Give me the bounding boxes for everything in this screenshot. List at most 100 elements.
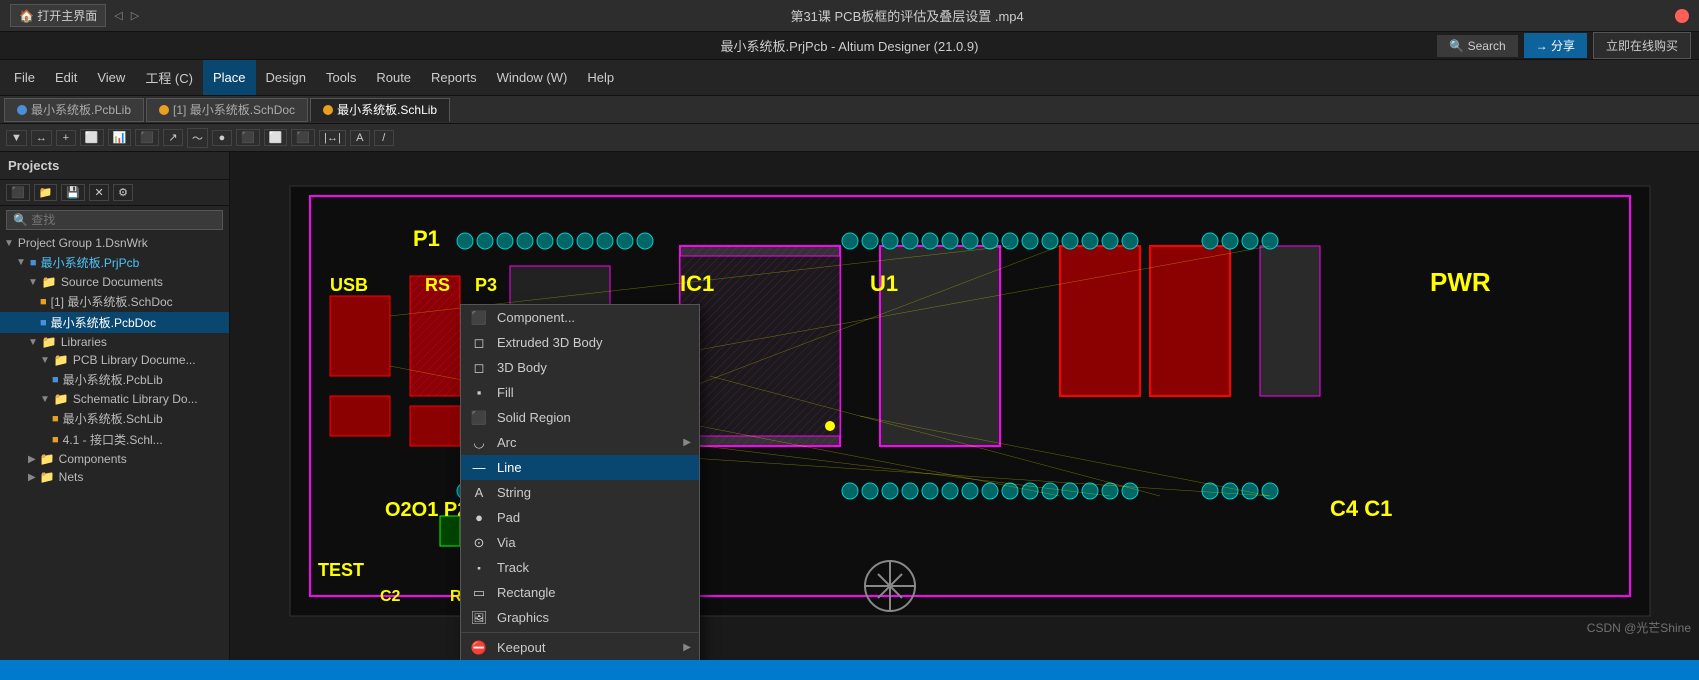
menu-3d-body[interactable]: ◻ 3D Body <box>461 355 699 380</box>
toolbar-btn15[interactable]: / <box>374 130 394 146</box>
menu-line[interactable]: — Line <box>461 455 699 480</box>
via-icon: ⊙ <box>469 533 489 553</box>
menu-help[interactable]: Help <box>577 60 624 95</box>
open-btn[interactable]: 📁 <box>34 184 58 201</box>
libraries-label: Libraries <box>61 335 107 349</box>
expand-icon-project: ▼ <box>16 257 26 268</box>
toolbar-btn13[interactable]: |↔| <box>319 130 346 146</box>
menu-bar-left: File Edit View 工程 (C) Place Design Tools… <box>4 60 624 95</box>
canvas-area[interactable]: P1 USB RS P3 IC1 U1 PWR O2O1 P2 C4 C1 TE… <box>230 152 1699 660</box>
folder-icon-libs: 📁 <box>42 335 57 349</box>
menu-track[interactable]: ⬝ Track <box>461 555 699 580</box>
new-project-btn[interactable]: ⬛ <box>6 184 30 201</box>
interface-lib-label: 4.1 - 接口类.Schl... <box>63 431 163 448</box>
status-bar <box>0 660 1699 680</box>
toolbar-btn10[interactable]: ⬛ <box>236 129 260 146</box>
expand-icon-schlib: ▼ <box>40 394 50 405</box>
tree-nets[interactable]: ▶ 📁 Nets <box>0 468 229 486</box>
toolbar-btn2[interactable]: ↔ <box>31 130 52 146</box>
string-icon: A <box>469 483 489 503</box>
menu-edit[interactable]: Edit <box>45 60 87 95</box>
toolbar-btn5[interactable]: 📊 <box>108 129 132 146</box>
tree-components[interactable]: ▶ 📁 Components <box>0 450 229 468</box>
menu-design[interactable]: Design <box>256 60 316 95</box>
toolbar-btn7[interactable]: ↗ <box>163 129 183 146</box>
buy-button[interactable]: 立即在线购买 <box>1593 32 1691 59</box>
toolbar-btn8[interactable]: 〜 <box>187 128 208 148</box>
tab-schdoc[interactable]: [1] 最小系统板.SchDoc <box>146 98 308 122</box>
menu-via[interactable]: ⊙ Via <box>461 530 699 555</box>
close-btn[interactable]: ✕ <box>89 184 109 201</box>
tab-schdoc-label: [1] 最小系统板.SchDoc <box>173 101 295 118</box>
rectangle-label: Rectangle <box>497 585 556 600</box>
toolbar-btn6[interactable]: ⬛ <box>135 129 159 146</box>
toolbar-btn9[interactable]: ● <box>212 130 232 146</box>
keepout-icon: ⛔ <box>469 638 489 658</box>
share-button[interactable]: → 分享 <box>1524 33 1587 58</box>
tree-schdoc[interactable]: ■ [1] 最小系统板.SchDoc <box>0 291 229 312</box>
menu-arc[interactable]: ◡ Arc ▶ <box>461 430 699 455</box>
tree-project-group[interactable]: ▼ Project Group 1.DsnWrk <box>0 234 229 252</box>
toolbar-btn4[interactable]: ⬜ <box>80 129 104 146</box>
close-button[interactable] <box>1675 9 1689 23</box>
pad-label: Pad <box>497 510 520 525</box>
menu-extruded-3d[interactable]: ◻ Extruded 3D Body <box>461 330 699 355</box>
folder-icon-source: 📁 <box>42 275 57 289</box>
menu-view[interactable]: View <box>87 60 135 95</box>
folder-icon-pcblib: 📁 <box>54 353 69 367</box>
tree-pcbdoc[interactable]: ■ 最小系统板.PcbDoc <box>0 312 229 333</box>
settings-panel-btn[interactable]: ⚙ <box>113 184 133 201</box>
expand-icon-source: ▼ <box>28 277 38 288</box>
menu-project[interactable]: 工程 (C) <box>135 60 203 95</box>
menu-tools[interactable]: Tools <box>316 60 366 95</box>
menu-place[interactable]: Place <box>203 60 256 95</box>
menu-window[interactable]: Window (W) <box>487 60 578 95</box>
tab-pcblib[interactable]: 最小系统板.PcbLib <box>4 98 144 122</box>
project-group-label: Project Group 1.DsnWrk <box>18 236 148 250</box>
toolbar-filter[interactable]: ▼ <box>6 130 27 146</box>
menu-file[interactable]: File <box>4 60 45 95</box>
tree-schlib-folder[interactable]: ▼ 📁 Schematic Library Do... <box>0 390 229 408</box>
schlib-file-icon: ■ <box>52 413 59 425</box>
separator-1 <box>461 632 699 633</box>
save-btn[interactable]: 💾 <box>61 184 85 201</box>
rectangle-icon: ▭ <box>469 583 489 603</box>
pcblib-file-icon: ■ <box>52 374 59 386</box>
menu-string[interactable]: A String <box>461 480 699 505</box>
svg-text:USB: USB <box>330 275 368 295</box>
component-label: Component... <box>497 310 575 325</box>
toolbar-btn14[interactable]: A <box>350 130 370 146</box>
nets-label: Nets <box>59 470 84 484</box>
menu-graphics[interactable]: 🖼 Graphics <box>461 605 699 630</box>
menu-fill[interactable]: ▪ Fill <box>461 380 699 405</box>
project-search[interactable] <box>6 210 223 230</box>
title-bar-left: 🏠 打开主界面 ◁ ▷ <box>10 4 139 27</box>
folder-icon-components: 📁 <box>40 452 55 466</box>
menu-solid-region[interactable]: ⬛ Solid Region <box>461 405 699 430</box>
tree-libraries[interactable]: ▼ 📁 Libraries <box>0 333 229 351</box>
tree-interface-lib[interactable]: ■ 4.1 - 接口类.Schl... <box>0 429 229 450</box>
tree-pcblib-folder[interactable]: ▼ 📁 PCB Library Docume... <box>0 351 229 369</box>
menu-pad[interactable]: ● Pad <box>461 505 699 530</box>
toolbar-btn12[interactable]: ⬛ <box>291 129 315 146</box>
expand-icon-components: ▶ <box>28 454 36 465</box>
menu-reports[interactable]: Reports <box>421 60 487 95</box>
tab-pcb-icon <box>17 105 27 115</box>
main-area: Projects ⬛ 📁 💾 ✕ ⚙ ▼ Project Group 1.Dsn… <box>0 152 1699 660</box>
tree-project[interactable]: ▼ ■ 最小系统板.PrjPcb <box>0 252 229 273</box>
tree-pcblib-file[interactable]: ■ 最小系统板.PcbLib <box>0 369 229 390</box>
search-button[interactable]: 🔍 Search <box>1437 35 1517 57</box>
toolbar-btn11[interactable]: ⬜ <box>264 129 288 146</box>
menu-component[interactable]: ⬛ Component... <box>461 305 699 330</box>
tree-source-docs[interactable]: ▼ 📁 Source Documents <box>0 273 229 291</box>
tree-schlib-file[interactable]: ■ 最小系统板.SchLib <box>0 408 229 429</box>
menu-route[interactable]: Route <box>366 60 421 95</box>
toolbar-btn3[interactable]: + <box>56 130 76 146</box>
expand-icon-libs: ▼ <box>28 337 38 348</box>
home-button[interactable]: 🏠 打开主界面 <box>10 4 106 27</box>
tab-schlib[interactable]: 最小系统板.SchLib <box>310 98 450 122</box>
menu-keepout[interactable]: ⛔ Keepout ▶ <box>461 635 699 660</box>
svg-text:RS: RS <box>425 275 450 295</box>
menu-rectangle[interactable]: ▭ Rectangle <box>461 580 699 605</box>
expand-icon-nets: ▶ <box>28 472 36 483</box>
